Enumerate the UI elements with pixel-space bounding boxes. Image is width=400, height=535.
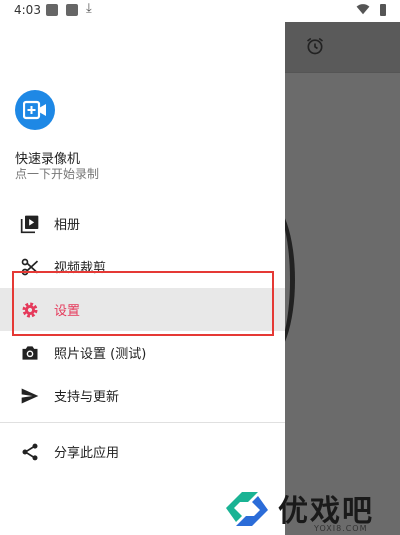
video-camera-icon: [23, 100, 46, 120]
share-icon: [20, 442, 40, 462]
notification-icon: [66, 4, 78, 16]
app-toolbar: [285, 22, 400, 73]
menu-item-label: 相册: [54, 218, 81, 233]
video-library-icon: [20, 214, 40, 234]
app-subtitle: 点一下开始录制: [15, 167, 100, 181]
status-bar: 4:03 ⤓: [0, 0, 400, 22]
menu-divider: [0, 422, 285, 423]
menu-item-photo-settings[interactable]: 照片设置 (测试): [0, 331, 285, 374]
app-logo: [15, 90, 55, 130]
watermark-logo-icon: [226, 492, 268, 526]
background-app[interactable]: [285, 22, 400, 535]
menu-item-label: 支持与更新: [54, 390, 120, 405]
drawer-header: 快速录像机 点一下开始录制: [0, 22, 285, 192]
status-time: 4:03: [14, 3, 41, 17]
menu-item-share[interactable]: 分享此应用: [0, 430, 285, 473]
menu-item-album[interactable]: 相册: [0, 202, 285, 245]
camera-icon: [20, 343, 40, 363]
menu-item-label: 照片设置 (测试): [54, 347, 147, 362]
highlight-annotation: [12, 271, 274, 336]
send-icon: [20, 386, 40, 406]
menu-item-support[interactable]: 支持与更新: [0, 374, 285, 417]
watermark: 优戏吧 YOXI8.COM: [222, 486, 400, 535]
alarm-icon[interactable]: [305, 36, 325, 56]
watermark-domain: YOXI8.COM: [314, 524, 368, 533]
download-icon: ⤓: [86, 1, 92, 16]
menu-item-label: 分享此应用: [54, 446, 120, 461]
battery-icon: [380, 4, 386, 16]
drawer-footer: 分享此应用: [0, 430, 285, 473]
wifi-icon: [356, 4, 370, 15]
notification-icon: [46, 4, 58, 16]
